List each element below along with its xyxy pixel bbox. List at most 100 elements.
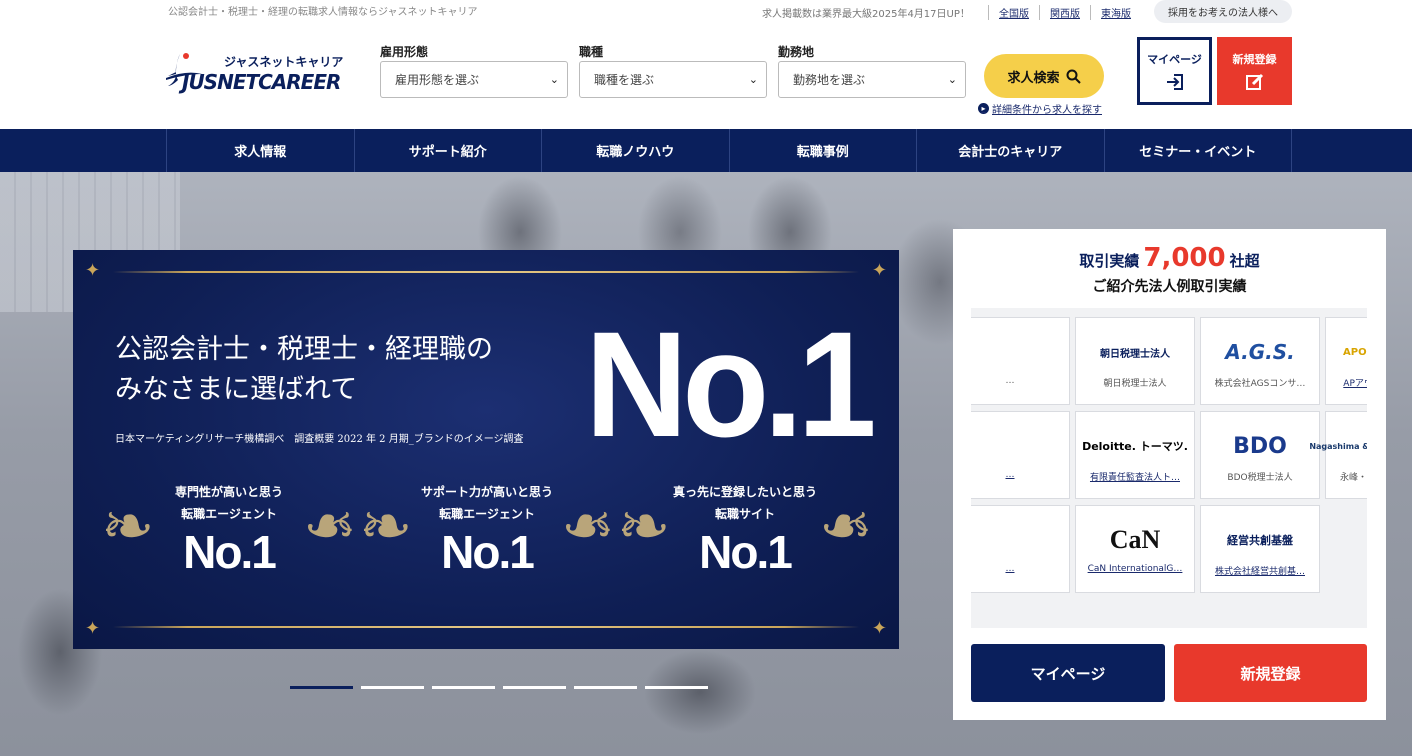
slider-dot[interactable] (432, 686, 495, 689)
mypage-button[interactable]: マイページ (1137, 37, 1212, 105)
headline-line-2: みなさまに選ばれて (115, 374, 358, 405)
chevron-down-icon: ⌄ (549, 73, 559, 86)
nav-item-jobs[interactable]: 求人情報 (166, 129, 354, 172)
corporate-button[interactable]: 採用をお考えの法人様へ (1154, 0, 1292, 23)
client-logo: APOutsourcing (1343, 346, 1367, 358)
gold-divider (113, 271, 859, 273)
slider-dot[interactable] (645, 686, 708, 689)
job-type-label: 職種 (579, 45, 604, 59)
client-name: 株式会社AGSコンサ… (1214, 379, 1306, 389)
award-caption: 真っ先に登録したいと思う 転職サイト (672, 485, 817, 521)
job-type-value: 職種を選ぶ (594, 73, 655, 87)
nav-item-knowhow[interactable]: 転職ノウハウ (541, 129, 729, 172)
nav-item-cases[interactable]: 転職事例 (728, 129, 917, 172)
slider-dot[interactable] (574, 686, 637, 689)
corner-ornament-icon: ✦ (871, 618, 887, 639)
detail-search-link[interactable]: ▸ 詳細条件から求人を探す (978, 101, 1102, 116)
client-logo (971, 338, 1069, 366)
location-label: 勤務地 (778, 45, 815, 59)
client-name: … (1005, 376, 1015, 386)
client-name[interactable]: 株式会社経営共創基… (1207, 564, 1313, 577)
panel-register-button[interactable]: 新規登録 (1174, 644, 1367, 702)
panel-mypage-button[interactable]: マイページ (971, 644, 1165, 702)
logo-text: JUSNETCAREER (182, 70, 341, 94)
client-name[interactable]: 有限責任監査法人ト… (1082, 470, 1188, 483)
search-icon (1066, 69, 1081, 84)
award-expertise: ❧ ❧ 専門性が高いと思う 転職エージェント No.1 (101, 475, 357, 585)
panel-title: 取引実績 7,000 社超 (953, 243, 1386, 273)
slider-dot[interactable] (503, 686, 566, 689)
job-search-label: 求人検索 (1007, 70, 1060, 86)
client-name[interactable]: … (971, 564, 1063, 574)
region-link-kansai[interactable]: 関西版 (1039, 5, 1090, 20)
location-select[interactable]: 勤務地を選ぶ ⌄ (778, 61, 966, 98)
region-link-tokai[interactable]: 東海版 (1090, 5, 1141, 20)
hero-banner[interactable]: ✦ ✦ ✦ ✦ 公認会計士・税理士・経理職の みなさまに選ばれて 日本マーケティ… (73, 250, 899, 649)
client-logo-card[interactable]: Deloitte. トーマツ. 有限責任監査法人ト… (1075, 411, 1195, 499)
arrow-right-icon: ▸ (978, 103, 989, 114)
headline-line-1: 公認会計士・税理士・経理職の (115, 334, 493, 365)
nav-item-support[interactable]: サポート紹介 (353, 129, 542, 172)
client-logo-card[interactable]: 朝日税理士法人 朝日税理士法人 (1075, 317, 1195, 405)
client-logo-card[interactable]: Nagashima & Mishima Consulting 永峰・三島コンサル… (1309, 411, 1367, 499)
client-logo: 経営共創基盤 (1227, 534, 1293, 547)
detail-search-label: 詳細条件から求人を探す (992, 105, 1102, 116)
employment-type-label: 雇用形態 (380, 45, 429, 59)
tagline: 公認会計士・税理士・経理の転職求人情報ならジャスネットキャリア (168, 7, 478, 18)
client-name: BDO税理士法人 (1227, 473, 1293, 483)
main-nav: 求人情報 サポート紹介 転職ノウハウ 転職事例 会計士のキャリア セミナー・イベ… (0, 129, 1412, 172)
client-logo: A.G.S. (1225, 340, 1295, 364)
nav-item-seminar[interactable]: セミナー・イベント (1103, 129, 1292, 172)
client-logo-card[interactable]: APOutsourcing APアウトソーシン… (1325, 317, 1367, 405)
job-type-select-group: 職種 職種を選ぶ ⌄ (579, 43, 767, 98)
region-links: 全国版 関西版 東海版 (988, 5, 1141, 20)
panel-subtitle: ご紹介先法人例取引実績 (1092, 279, 1247, 295)
nav-item-cpa-career[interactable]: 会計士のキャリア (916, 129, 1104, 172)
client-logo-card[interactable]: 経営共創基盤株式会社経営共創基… (1200, 505, 1320, 593)
client-logo-card[interactable]: … (971, 505, 1070, 593)
client-name[interactable]: CaN InternationalG… (1082, 564, 1188, 574)
client-name[interactable]: APアウトソーシン… (1332, 376, 1367, 389)
client-logo-card[interactable]: … (971, 411, 1070, 499)
chevron-down-icon: ⌄ (748, 73, 758, 86)
banner-headline: 公認会計士・税理士・経理職の みなさまに選ばれて (115, 330, 493, 410)
chevron-down-icon: ⌄ (947, 73, 957, 86)
client-name: 朝日税理士法人 (1103, 379, 1167, 389)
employment-type-select-group: 雇用形態 雇用形態を選ぶ ⌄ (380, 43, 568, 98)
mypage-label: マイページ (1147, 52, 1202, 66)
listing-notice: 求人掲載数は業界最大級2025年4月17日UP！ (762, 9, 970, 20)
client-logo (971, 432, 1069, 460)
corner-ornament-icon: ✦ (85, 618, 101, 639)
site-header: 公認会計士・税理士・経理の転職求人情報ならジャスネットキャリア 求人掲載数は業界… (0, 0, 1412, 129)
location-select-group: 勤務地 勤務地を選ぶ ⌄ (778, 43, 966, 98)
client-logo-card[interactable]: A.G.S. 株式会社AGSコンサ… (1200, 317, 1320, 405)
client-logo-card[interactable]: BDO BDO税理士法人 (1200, 411, 1320, 499)
hero-section: ✦ ✦ ✦ ✦ 公認会計士・税理士・経理職の みなさまに選ばれて 日本マーケティ… (0, 172, 1412, 756)
title-suffix: 社超 (1229, 252, 1260, 270)
client-logo-card[interactable]: CaN CaN InternationalG… (1075, 505, 1195, 593)
client-logo-grid: … 朝日税理士法人朝日税理士法人 A.G.S. 株式会社AGSコンサ… APOutsou… (971, 317, 1367, 593)
big-no1: No.1 (585, 300, 877, 468)
location-value: 勤務地を選ぶ (793, 73, 866, 87)
title-prefix: 取引実績 (1079, 252, 1140, 270)
region-link-national[interactable]: 全国版 (988, 5, 1039, 20)
client-name[interactable]: … (971, 470, 1063, 480)
title-number: 7,000 (1143, 243, 1226, 273)
slider-dot[interactable] (290, 686, 353, 689)
slider-dot[interactable] (361, 686, 424, 689)
site-logo[interactable]: ジャスネットキャリア JUSNETCAREER (166, 50, 358, 94)
job-type-select[interactable]: 職種を選ぶ ⌄ (579, 61, 767, 98)
corner-ornament-icon: ✦ (85, 260, 101, 281)
logo-kana: ジャスネットキャリア (224, 55, 344, 69)
gold-divider (113, 626, 859, 628)
client-logo: Nagashima & Mishima Consulting (1309, 441, 1367, 451)
award-caption: サポート力が高いと思う 転職エージェント (420, 485, 553, 521)
clients-panel: 取引実績 7,000 社超 ご紹介先法人例取引実績 … 朝日税理士法人 朝日税理士法人 A… (953, 229, 1386, 720)
register-button[interactable]: 新規登録 (1217, 37, 1292, 105)
client-logo (971, 526, 1069, 554)
job-search-button[interactable]: 求人検索 (984, 54, 1104, 98)
edit-icon (1245, 73, 1263, 90)
corner-ornament-icon: ✦ (871, 260, 887, 281)
employment-type-select[interactable]: 雇用形態を選ぶ ⌄ (380, 61, 568, 98)
client-logo-card[interactable]: … (971, 317, 1070, 405)
